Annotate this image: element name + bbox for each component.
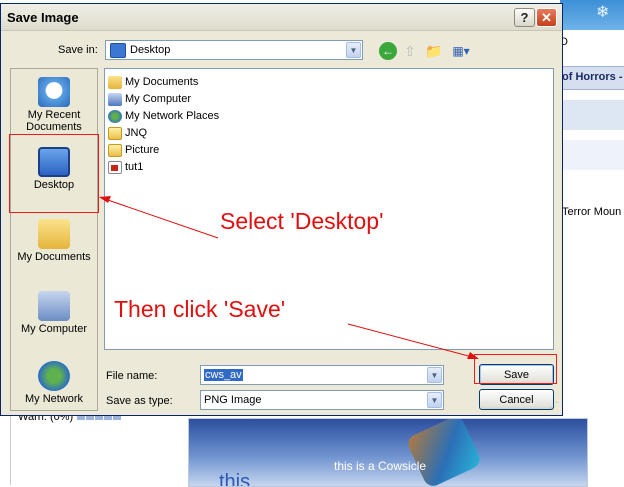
list-item[interactable]: My Documents xyxy=(108,74,198,90)
folder-icon xyxy=(108,126,122,140)
image-file-icon xyxy=(108,160,122,174)
chevron-down-icon[interactable]: ▼ xyxy=(346,42,361,58)
cancel-button[interactable]: Cancel xyxy=(479,389,554,410)
file-name: Picture xyxy=(125,144,160,156)
help-button[interactable]: ? xyxy=(514,8,535,27)
save-as-type-value: PNG Image xyxy=(204,394,262,406)
list-item[interactable]: tut1 xyxy=(108,159,143,175)
file-name-value: cws_av xyxy=(204,369,243,381)
my-documents-icon xyxy=(38,219,70,249)
place-label: My Documents xyxy=(17,251,91,263)
list-item[interactable]: My Network Places xyxy=(108,108,219,124)
views-menu-icon[interactable]: ▦▾ xyxy=(449,42,473,60)
desktop-highlight-box xyxy=(9,134,99,213)
click-save-annotation: Then click 'Save' xyxy=(114,296,286,322)
nav-link[interactable]: of Horrors - xyxy=(562,71,623,83)
chevron-down-icon[interactable]: ▼ xyxy=(427,367,442,383)
resize-grip-icon[interactable]: ⋰ xyxy=(550,402,560,413)
header-banner xyxy=(560,0,624,30)
title-bar[interactable]: Save Image ? ✕ xyxy=(1,4,562,31)
file-name: My Documents xyxy=(125,76,199,88)
page-strip xyxy=(560,140,624,170)
file-name-field[interactable]: cws_av ▼ xyxy=(200,365,444,385)
my-computer-icon xyxy=(108,92,122,106)
file-name: My Computer xyxy=(125,93,192,105)
network-places-icon xyxy=(108,109,122,123)
file-name-label: File name: xyxy=(106,370,158,382)
save-in-label: Save in: xyxy=(58,44,98,56)
image-caption: this is a Cowsicle xyxy=(334,459,427,473)
popsicle-graphic xyxy=(405,419,483,486)
my-documents-icon xyxy=(108,75,122,89)
avatar-image: this is a Cowsicle this xyxy=(188,418,588,487)
list-item[interactable]: My Computer xyxy=(108,91,191,107)
dialog-title: Save Image xyxy=(7,10,79,25)
save-as-type-label: Save as type: xyxy=(106,395,173,407)
my-computer-icon xyxy=(38,291,70,321)
back-arrow-icon[interactable]: ← xyxy=(379,42,397,60)
new-folder-icon[interactable]: 📁 xyxy=(425,42,443,60)
place-label: My Computer xyxy=(20,323,88,335)
place-my-documents[interactable]: My Documents xyxy=(11,219,97,263)
list-item[interactable]: JNQ xyxy=(108,125,147,141)
file-name: My Network Places xyxy=(125,110,220,122)
divider xyxy=(10,410,11,485)
network-places-icon xyxy=(38,361,70,391)
place-my-network[interactable]: My Network xyxy=(11,361,97,405)
select-desktop-annotation: Select 'Desktop' xyxy=(220,208,384,234)
snowflake-icon: ❄ xyxy=(596,4,610,21)
folder-icon xyxy=(108,143,122,157)
save-as-type-dropdown[interactable]: PNG Image ▼ xyxy=(200,390,444,410)
chevron-down-icon[interactable]: ▼ xyxy=(427,392,442,408)
place-my-recent-documents[interactable]: My Recent Documents xyxy=(11,77,97,133)
up-folder-icon[interactable]: ⇧ xyxy=(402,42,418,60)
places-bar: My Recent Documents Desktop My Documents… xyxy=(10,68,98,411)
save-highlight-box xyxy=(474,354,557,384)
place-label: My Recent Documents xyxy=(26,109,82,133)
desktop-icon xyxy=(110,43,126,58)
close-button[interactable]: ✕ xyxy=(536,8,557,27)
recent-documents-icon xyxy=(38,77,70,107)
page-text-fragment: Terror Moun xyxy=(562,206,622,218)
save-in-dropdown[interactable]: Desktop ▼ xyxy=(105,40,363,60)
save-in-value: Desktop xyxy=(130,44,171,56)
place-my-computer[interactable]: My Computer xyxy=(11,291,97,335)
place-label: My Network xyxy=(24,393,84,405)
file-name: tut1 xyxy=(125,161,144,173)
list-item[interactable]: Picture xyxy=(108,142,159,158)
page-strip xyxy=(560,100,624,130)
file-name: JNQ xyxy=(125,127,147,139)
